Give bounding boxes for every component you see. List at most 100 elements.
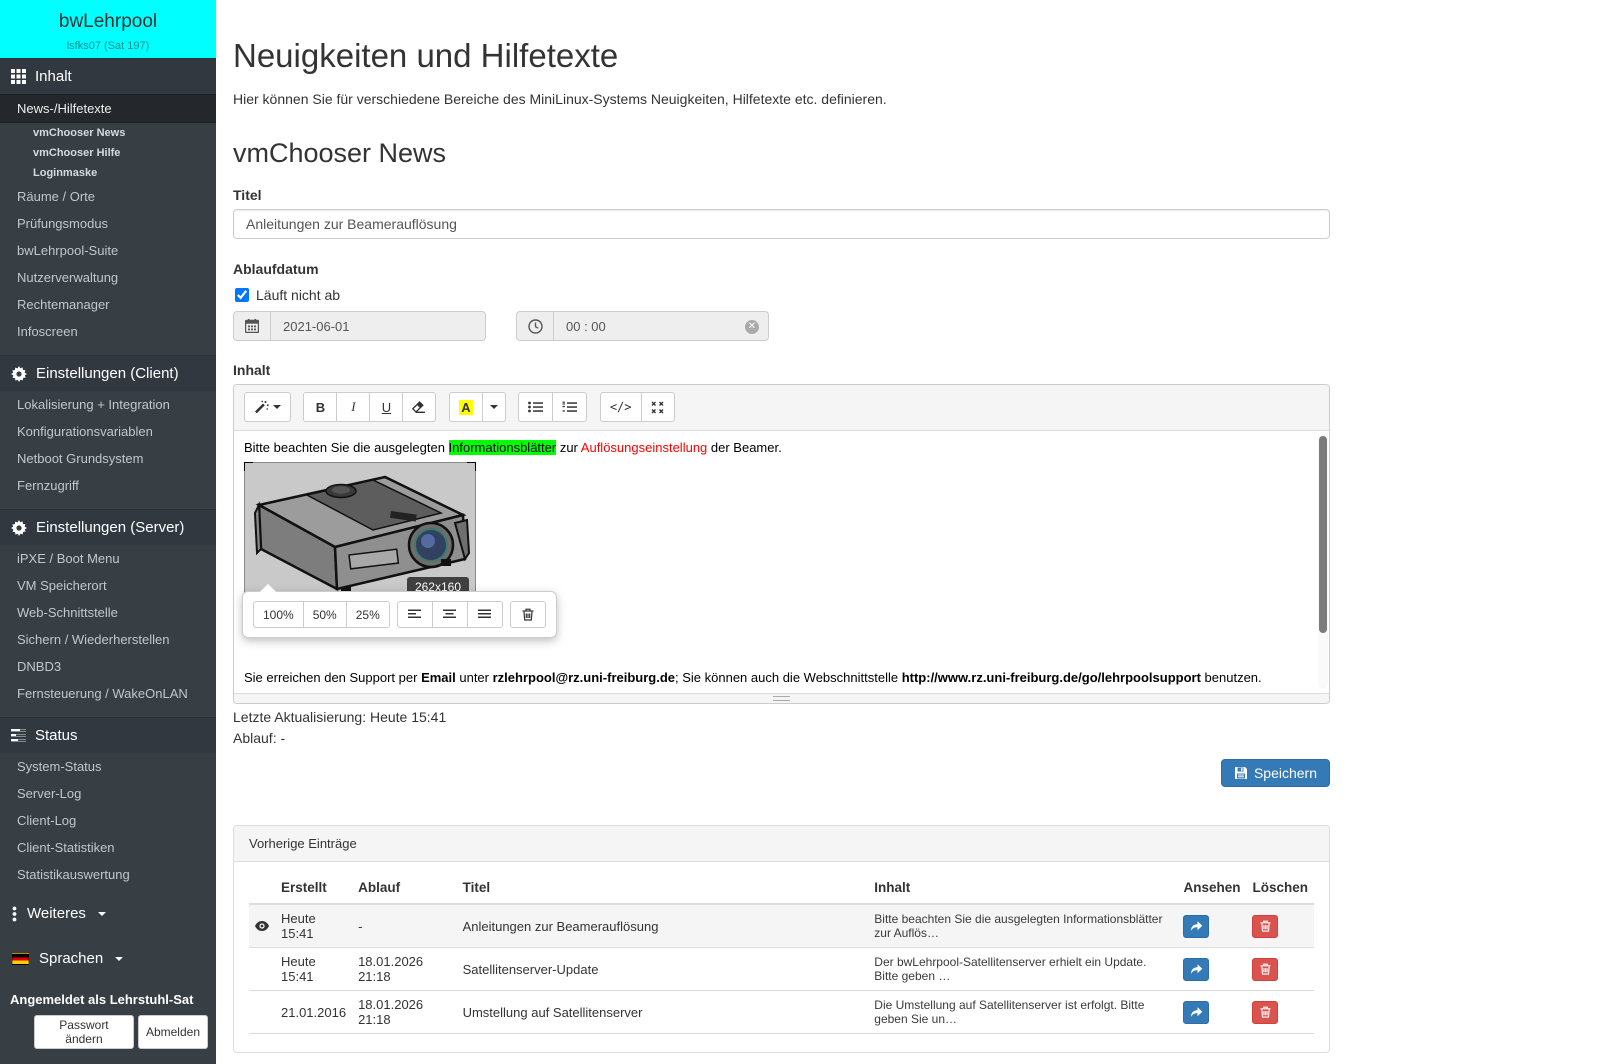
editor-resize-bar[interactable] [234,693,1329,703]
server-label: lsfks07 (Sat 197) [0,40,216,52]
ordered-list-button[interactable] [552,392,587,422]
sidebar-item-ipxe-boot-menu[interactable]: iPXE / Boot Menu [0,545,216,572]
trash-icon [1260,920,1271,932]
clear-format-button[interactable] [402,392,436,422]
sidebar-item-languages[interactable]: Sprachen [0,939,216,978]
title-input[interactable] [233,209,1330,239]
no-expiry-checkbox[interactable] [235,288,249,302]
sidebar-item-server-log[interactable]: Server-Log [0,780,216,807]
cell-content: Bitte beachten Sie die ausgelegten Infor… [868,904,1177,948]
cell-title: Satellitenserver-Update [457,948,869,991]
sidebar-item-client-statistiken[interactable]: Client-Statistiken [0,834,216,861]
sidebar-item-web-schnittstelle[interactable]: Web-Schnittstelle [0,599,216,626]
title-label: Titel [233,187,1347,203]
align-center-button[interactable] [432,601,468,628]
save-button[interactable]: Speichern [1221,759,1330,787]
sidebar-item-fernsteuerung-wakeonlan[interactable]: Fernsteuerung / WakeOnLAN [0,680,216,707]
sidebar-item-lokalisierung-integration[interactable]: Lokalisierung + Integration [0,391,216,418]
resize-25-button[interactable]: 25% [346,601,390,628]
sidebar-item-vmchooser-news[interactable]: vmChooser News [0,123,216,143]
eraser-icon [412,401,426,414]
style-magic-button[interactable] [244,392,291,422]
sidebar-item-nutzerverwaltung[interactable]: Nutzerverwaltung [0,264,216,291]
nav-section-header: Inhalt [0,58,216,94]
sidebar-item-konfigurationsvariablen[interactable]: Konfigurationsvariablen [0,418,216,445]
font-color-dropdown[interactable] [482,392,506,422]
remove-image-button[interactable] [510,601,546,628]
cell-title: Umstellung auf Satellitenserver [457,991,869,1034]
resize-50-button[interactable]: 50% [303,601,347,628]
sidebar-item-fernzugriff[interactable]: Fernzugriff [0,472,216,499]
time-input[interactable]: 00 : 00 ✕ [554,311,769,341]
table-row[interactable]: Heute 15:41-Anleitungen zur Beamerauflös… [249,904,1314,948]
sidebar-item-bwlehrpool-suite[interactable]: bwLehrpool-Suite [0,237,216,264]
align-left-button[interactable] [397,601,433,628]
clear-time-icon[interactable]: ✕ [745,320,759,334]
view-entry-button[interactable] [1183,958,1209,981]
sidebar-item-more[interactable]: Weiteres [0,894,216,933]
sidebar-item-dnbd3[interactable]: DNBD3 [0,653,216,680]
table-row[interactable]: 21.01.201618.01.2026 21:18Umstellung auf… [249,991,1314,1034]
sidebar-item-rechtemanager[interactable]: Rechtemanager [0,291,216,318]
view-entry-button[interactable] [1183,1001,1209,1024]
sidebar-item-statistikauswertung[interactable]: Statistikauswertung [0,861,216,888]
editor-paragraph: Bitte beachten Sie die ausgelegten Infor… [244,440,1305,455]
current-indicator-cell [249,948,275,991]
color-letter: A [459,400,472,415]
delete-cell [1246,991,1314,1034]
bold-text: Email [421,670,456,685]
previous-entries-table: Erstellt Ablauf Titel Inhalt Ansehen Lös… [249,872,1314,1034]
sidebar-item-client-log[interactable]: Client-Log [0,807,216,834]
italic-button[interactable]: I [336,392,370,422]
font-color-button[interactable]: A [449,392,483,422]
bold-button[interactable]: B [303,392,337,422]
text-run: der Beamer. [707,440,781,455]
expiry-text: Ablauf: - [233,730,1347,746]
text-run: Sie erreichen den Support per [244,670,421,685]
sidebar-item-sichern-wiederherstellen[interactable]: Sichern / Wiederherstellen [0,626,216,653]
cell-expiry: 18.01.2026 21:18 [352,991,457,1034]
table-row[interactable]: Heute 15:4118.01.2026 21:18Satellitenser… [249,948,1314,991]
sidebar-item-pr-fungsmodus[interactable]: Prüfungsmodus [0,210,216,237]
sidebar-item-vm-speicherort[interactable]: VM Speicherort [0,572,216,599]
sidebar-item-infoscreen[interactable]: Infoscreen [0,318,216,345]
resize-handle[interactable] [467,462,476,471]
date-input[interactable]: 2021-06-01 [271,311,486,341]
share-arrow-icon [1190,1006,1203,1018]
date-input-group: 2021-06-01 [233,311,486,341]
code-view-button[interactable]: </> [600,392,642,422]
sidebar-item-news-hilfetexte[interactable]: News-/Hilfetexte [0,94,216,123]
fullscreen-button[interactable] [641,392,675,422]
col-created: Erstellt [275,872,352,904]
underline-button[interactable]: U [369,392,403,422]
nav-section-label: Status [35,727,78,744]
sidebar-item-loginmaske[interactable]: Loginmaske [0,163,216,183]
sidebar-item-r-ume-orte[interactable]: Räume / Orte [0,183,216,210]
resize-100-button[interactable]: 100% [253,601,304,628]
editor-content-area[interactable]: Bitte beachten Sie die ausgelegten Infor… [234,431,1329,693]
view-entry-button[interactable] [1183,915,1209,938]
sidebar-item-netboot-grundsystem[interactable]: Netboot Grundsystem [0,445,216,472]
delete-entry-button[interactable] [1252,915,1278,938]
support-url: http://www.rz.uni-freiburg.de/go/lehrpoo… [902,670,1201,685]
gear-icon [11,520,27,536]
sidebar-item-system-status[interactable]: System-Status [0,753,216,780]
german-flag-icon [12,953,29,965]
logout-button[interactable]: Abmelden [138,1015,208,1049]
list-ul-icon [528,401,543,413]
unordered-list-button[interactable] [518,392,553,422]
change-password-button[interactable]: Passwort ändern [34,1015,134,1049]
scrollbar-thumb[interactable] [1319,436,1327,633]
align-justify-button[interactable] [467,601,503,628]
clock-icon [516,311,554,341]
resize-handle[interactable] [244,462,253,471]
no-expiry-row: Läuft nicht ab [235,287,1347,303]
delete-entry-button[interactable] [1252,958,1278,981]
sidebar-item-vmchooser-hilfe[interactable]: vmChooser Hilfe [0,143,216,163]
text-run: ; Sie können auch die Webschnittstelle [675,670,902,685]
embedded-projector-image[interactable]: 262x160 [244,462,476,604]
delete-entry-button[interactable] [1252,1001,1278,1024]
last-update-text: Letzte Aktualisierung: Heute 15:41 [233,709,1347,725]
cell-created: 21.01.2016 [275,991,352,1034]
cell-created: Heute 15:41 [275,904,352,948]
